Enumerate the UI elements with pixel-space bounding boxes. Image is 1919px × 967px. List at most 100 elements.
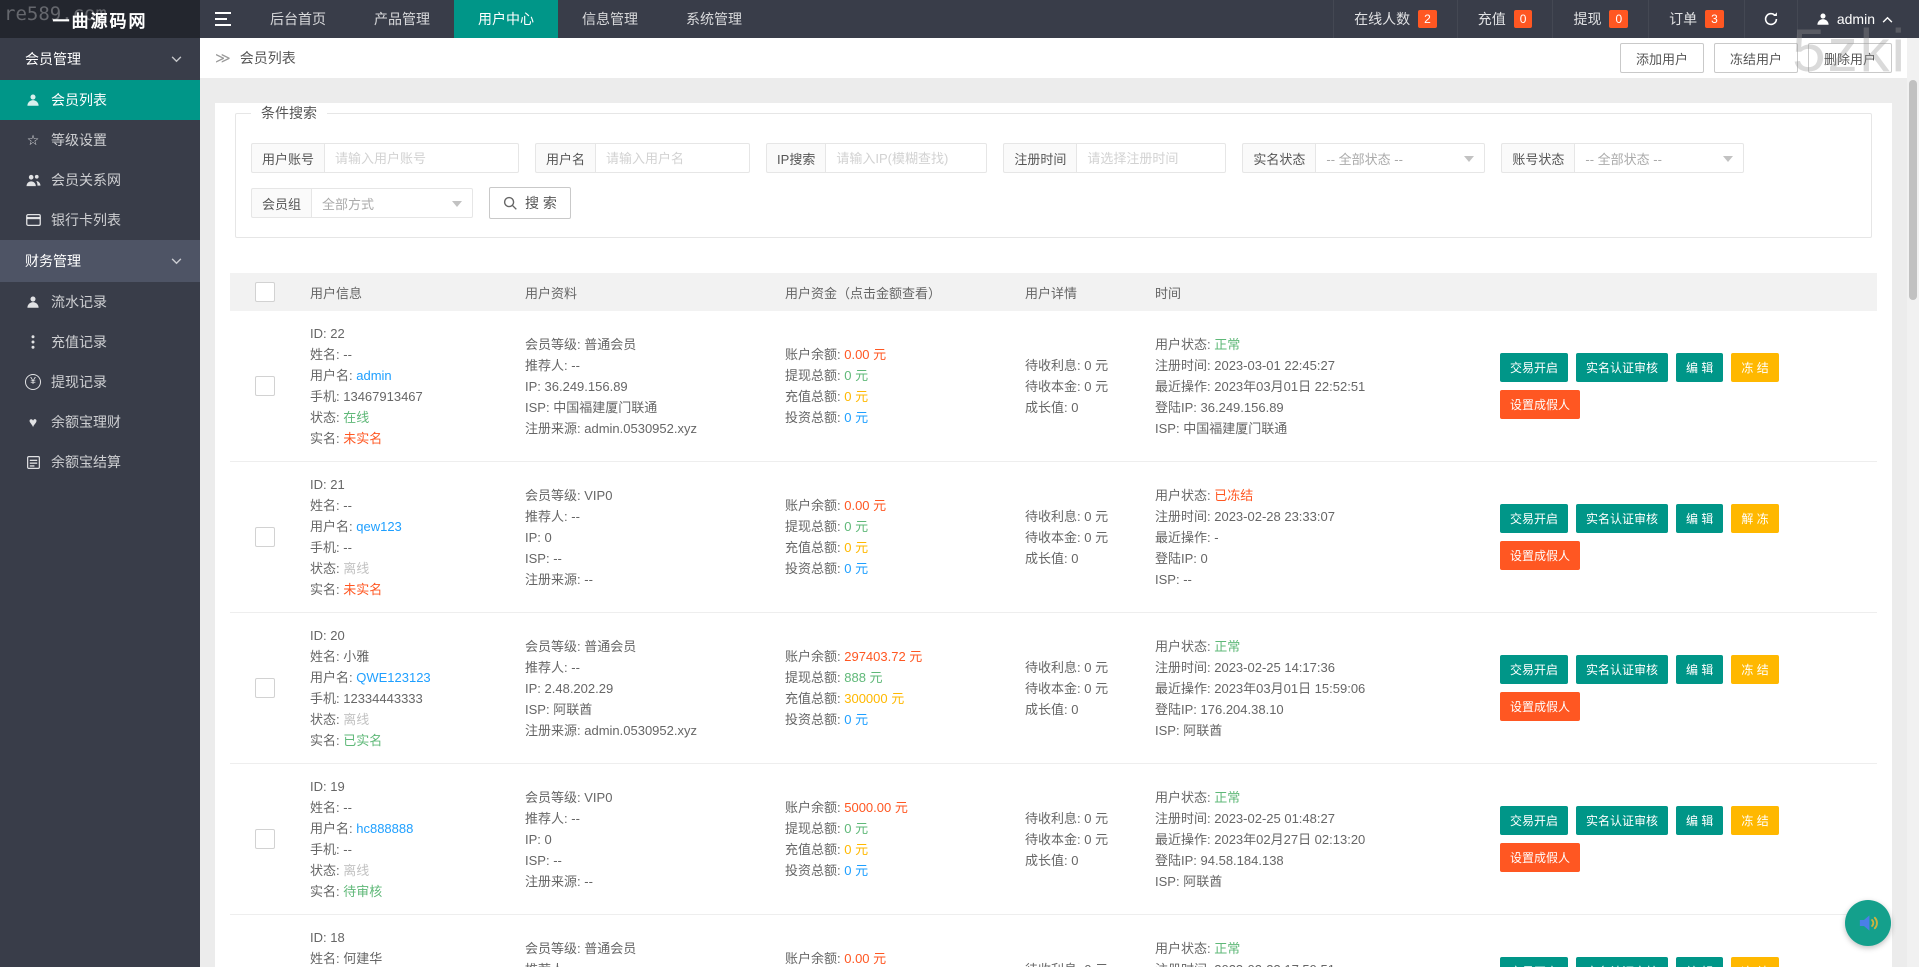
nav-item-info[interactable]: 信息管理 <box>558 0 662 38</box>
freeze-button[interactable]: 冻 结 <box>1731 655 1779 684</box>
sidebar-group-finance-mgmt[interactable]: 财务管理 <box>0 240 200 282</box>
edit-button[interactable]: 编 辑 <box>1676 655 1724 684</box>
col-header-user-funds: 用户资金（点击金额查看） <box>785 285 942 301</box>
sidebar-group-member-mgmt[interactable]: 会员管理 <box>0 38 200 80</box>
funds-withdraw[interactable]: 0 元 <box>844 368 868 383</box>
menu-toggle-icon[interactable] <box>200 0 246 38</box>
sidebar-item-member-list[interactable]: 会员列表 <box>0 80 200 120</box>
member-group-select[interactable]: 全部方式 <box>311 188 474 218</box>
funds-recharge[interactable]: 0 元 <box>844 842 868 857</box>
funds-balance[interactable]: 0.00 元 <box>844 347 886 362</box>
funds-recharge[interactable]: 0 元 <box>844 389 868 404</box>
edit-button[interactable]: 编 辑 <box>1676 957 1724 967</box>
edit-button[interactable]: 编 辑 <box>1676 353 1724 382</box>
trade-toggle-button[interactable]: 交易开启 <box>1500 957 1569 967</box>
edit-button[interactable]: 编 辑 <box>1676 806 1724 835</box>
funds-withdraw[interactable]: 0 元 <box>844 821 868 836</box>
sidebar-item-yuebao-invest[interactable]: ♥ 余额宝理财 <box>0 402 200 442</box>
row-checkbox[interactable] <box>255 376 275 396</box>
scrollbar[interactable] <box>1907 38 1919 967</box>
funds-invest[interactable]: 0 元 <box>844 410 868 425</box>
funds-invest[interactable]: 0 元 <box>844 561 868 576</box>
scrollbar-thumb[interactable] <box>1909 80 1917 300</box>
select-all-checkbox[interactable] <box>255 282 275 302</box>
profile-isp: -- <box>553 550 562 566</box>
sound-toggle-button[interactable] <box>1845 900 1891 946</box>
realname-audit-button[interactable]: 实名认证审核 <box>1576 504 1669 533</box>
field-label: 充值总额: <box>785 691 845 706</box>
edit-button[interactable]: 编 辑 <box>1676 504 1724 533</box>
sidebar-item-member-network[interactable]: 会员关系网 <box>0 160 200 200</box>
freeze-button[interactable]: 冻 结 <box>1731 806 1779 835</box>
username-input[interactable] <box>595 143 751 173</box>
trade-toggle-button[interactable]: 交易开启 <box>1500 655 1569 684</box>
funds-balance[interactable]: 0.00 元 <box>844 498 886 513</box>
sidebar-item-flow-records[interactable]: 流水记录 <box>0 282 200 322</box>
freeze-user-button[interactable]: 冻结用户 <box>1713 43 1798 73</box>
set-fake-button[interactable]: 设置成假人 <box>1500 541 1581 570</box>
sidebar-item-withdraw-records[interactable]: ¥ 提现记录 <box>0 362 200 402</box>
nav-item-system[interactable]: 系统管理 <box>662 0 766 38</box>
set-fake-button[interactable]: 设置成假人 <box>1500 843 1581 872</box>
add-user-button[interactable]: 添加用户 <box>1619 43 1704 73</box>
row-checkbox[interactable] <box>255 527 275 547</box>
field-label: 推荐人: <box>525 810 572 826</box>
stat-online-users[interactable]: 在线人数 2 <box>1333 0 1457 38</box>
set-fake-button[interactable]: 设置成假人 <box>1500 390 1581 419</box>
nav-item-dashboard[interactable]: 后台首页 <box>246 0 350 38</box>
delete-user-button[interactable]: 删除用户 <box>1807 43 1892 73</box>
sidebar-item-level-settings[interactable]: ☆ 等级设置 <box>0 120 200 160</box>
realname-audit-button[interactable]: 实名认证审核 <box>1576 806 1669 835</box>
funds-recharge[interactable]: 0 元 <box>844 540 868 555</box>
realname-audit-button[interactable]: 实名认证审核 <box>1576 353 1669 382</box>
stat-withdraw[interactable]: 提现 0 <box>1552 0 1648 38</box>
filter-label: 实名状态 <box>1242 143 1316 173</box>
stat-recharge[interactable]: 充值 0 <box>1456 0 1553 38</box>
account-input[interactable] <box>324 143 520 173</box>
register-time-input[interactable] <box>1076 143 1227 173</box>
stat-orders[interactable]: 订单 3 <box>1648 0 1744 38</box>
username-link[interactable]: QWE123123 <box>356 670 430 685</box>
realname-status-select[interactable]: -- 全部状态 -- <box>1315 143 1486 173</box>
freeze-button[interactable]: 冻 结 <box>1731 957 1779 967</box>
field-label: 推荐人: <box>525 962 571 967</box>
funds-balance[interactable]: 297403.72 元 <box>844 649 922 664</box>
ip-search-input[interactable] <box>825 143 988 173</box>
account-status-select[interactable]: -- 全部状态 -- <box>1574 143 1745 173</box>
funds-recharge[interactable]: 300000 元 <box>844 691 904 706</box>
funds-balance[interactable]: 5000.00 元 <box>844 800 908 815</box>
freeze-button[interactable]: 冻 结 <box>1731 353 1779 382</box>
search-button[interactable]: 搜 索 <box>489 187 571 219</box>
funds-invest[interactable]: 0 元 <box>844 863 868 878</box>
nav-item-products[interactable]: 产品管理 <box>350 0 454 38</box>
table-row: ID: 21 姓名: -- 用户名: qew123 手机: -- 状态: 离线 实名: 未… <box>230 462 1877 613</box>
freeze-button[interactable]: 解 冻 <box>1731 504 1779 533</box>
info-realname: 已实名 <box>343 733 383 748</box>
field-label: 注册来源: <box>525 873 585 889</box>
sidebar-item-bank-cards[interactable]: 银行卡列表 <box>0 200 200 240</box>
trade-toggle-button[interactable]: 交易开启 <box>1500 806 1569 835</box>
user-menu[interactable]: admin <box>1796 0 1919 38</box>
refresh-button[interactable] <box>1743 0 1797 38</box>
field-label: 账户余额: <box>785 800 845 815</box>
row-checkbox[interactable] <box>255 678 275 698</box>
funds-withdraw[interactable]: 0 元 <box>844 519 868 534</box>
trade-toggle-button[interactable]: 交易开启 <box>1500 504 1569 533</box>
set-fake-button[interactable]: 设置成假人 <box>1500 692 1581 721</box>
username-link[interactable]: admin <box>356 368 391 383</box>
sidebar-item-recharge-records[interactable]: 充值记录 <box>0 322 200 362</box>
realname-audit-button[interactable]: 实名认证审核 <box>1576 957 1669 967</box>
funds-withdraw[interactable]: 888 元 <box>844 670 882 685</box>
username-link[interactable]: hc888888 <box>356 821 413 836</box>
funds-invest[interactable]: 0 元 <box>844 712 868 727</box>
realname-audit-button[interactable]: 实名认证审核 <box>1576 655 1669 684</box>
username-link[interactable]: qew123 <box>356 519 402 534</box>
filter-label: 用户名 <box>535 143 596 173</box>
funds-balance[interactable]: 0.00 元 <box>844 951 886 966</box>
field-label: 充值总额: <box>785 389 845 404</box>
row-checkbox[interactable] <box>255 829 275 849</box>
nav-item-user-center[interactable]: 用户中心 <box>454 0 558 38</box>
sidebar-item-yuebao-settle[interactable]: 余额宝结算 <box>0 442 200 482</box>
trade-toggle-button[interactable]: 交易开启 <box>1500 353 1569 382</box>
field-label: ISP: <box>1155 722 1184 738</box>
